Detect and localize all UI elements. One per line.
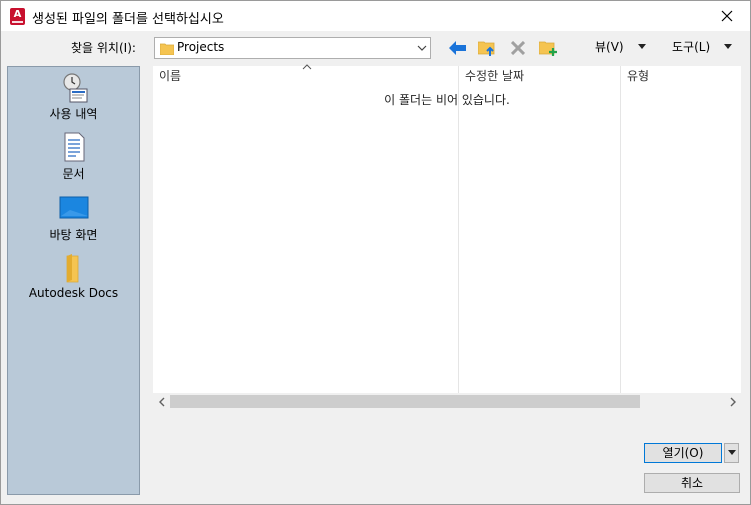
select-folder-dialog: A 생성된 파일의 폴더를 선택하십시오 찾을 위치(I): Projects … [0,0,751,505]
place-documents[interactable]: 문서 [8,131,139,182]
scroll-thumb[interactable] [170,395,640,408]
chevron-down-icon [417,45,427,51]
look-in-label: 찾을 위치(I): [71,41,136,55]
folder-icon [160,43,174,55]
place-label: 문서 [62,167,85,181]
place-label: 바탕 화면 [49,228,98,242]
chevron-down-icon [637,44,646,49]
column-divider [458,66,459,393]
column-header-date-modified[interactable]: 수정한 날짜 [459,66,620,88]
views-menu[interactable]: 뷰(V) [595,38,646,55]
chevron-down-icon [727,450,736,455]
title-bar: A 생성된 파일의 폴더를 선택하십시오 [1,1,750,31]
column-divider [620,66,621,393]
chevron-left-icon [158,397,164,406]
chevron-right-icon [730,397,736,406]
autocad-app-icon: A [10,8,25,25]
chevron-down-icon [724,44,733,49]
scroll-left-button[interactable] [153,393,170,410]
dialog-title: 생성된 파일의 폴더를 선택하십시오 [32,12,224,27]
column-header-name[interactable]: 이름 [153,66,458,88]
place-history[interactable]: 사용 내역 [8,71,139,122]
back-arrow-icon [449,41,466,55]
documents-icon [64,132,84,162]
delete-icon [511,41,525,55]
place-label: Autodesk Docs [28,286,119,300]
app-icon-letter: A [13,9,22,20]
up-folder-icon [478,41,495,56]
autodesk-docs-folder-icon [66,254,78,283]
place-desktop[interactable]: 바탕 화면 [8,192,139,243]
places-bar: 사용 내역 문서 바탕 화면 Autodesk Docs [7,66,140,495]
column-header-type[interactable]: 유형 [621,66,741,88]
up-one-level-button[interactable] [477,39,497,57]
tools-menu-label: 도구(L) [672,40,711,54]
scroll-right-button[interactable] [724,393,741,410]
empty-folder-message: 이 폴더는 비어 있습니다. [384,93,510,107]
tools-menu[interactable]: 도구(L) [672,38,733,55]
cancel-button[interactable]: 취소 [644,473,740,493]
horizontal-scrollbar[interactable] [153,393,741,410]
look-in-value: Projects [177,40,225,54]
delete-button[interactable] [508,39,528,57]
place-autodesk-docs[interactable]: Autodesk Docs [8,252,139,300]
open-button[interactable]: 열기(O) [644,443,722,463]
create-new-folder-button[interactable] [538,39,558,57]
close-button[interactable] [704,1,750,31]
open-options-dropdown-button[interactable] [724,443,739,463]
back-button[interactable] [448,39,468,57]
close-icon [721,10,733,22]
place-label: 사용 내역 [49,107,98,121]
look-in-dropdown[interactable]: Projects [154,37,431,59]
history-icon [62,73,87,103]
views-menu-label: 뷰(V) [595,40,624,54]
desktop-icon [59,196,88,219]
new-folder-icon [539,41,557,56]
file-list[interactable]: 이름 수정한 날짜 유형 이 폴더는 비어 있습니다. [153,64,741,410]
